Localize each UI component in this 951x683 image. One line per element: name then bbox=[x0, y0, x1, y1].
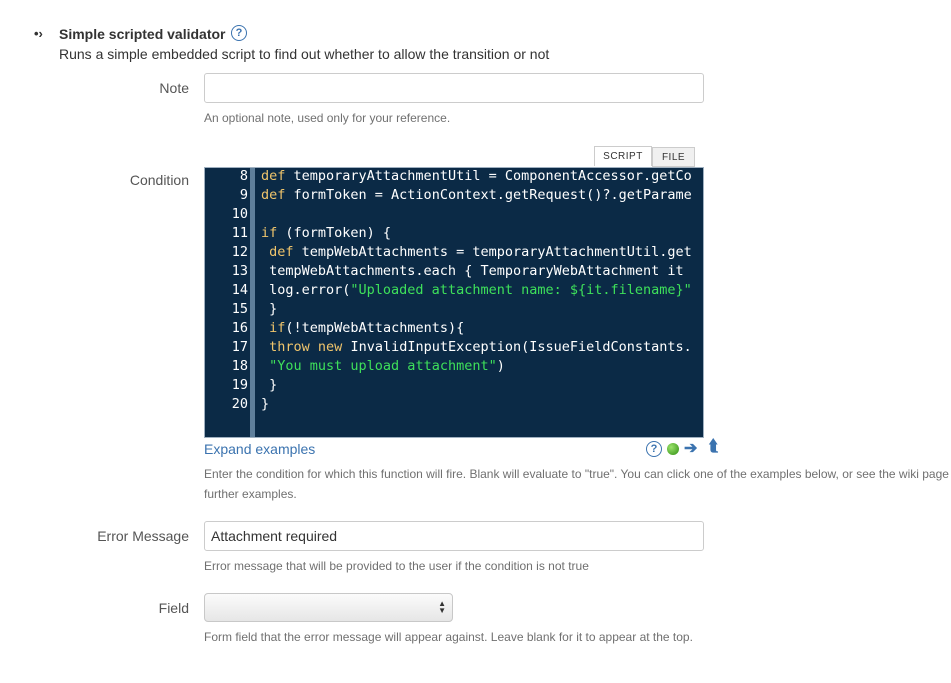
validator-title: Simple scripted validator bbox=[59, 26, 226, 42]
field-hint: Form field that the error message will a… bbox=[204, 630, 693, 644]
line-number: 8 bbox=[239, 168, 248, 184]
code-text[interactable]: } bbox=[261, 395, 269, 414]
select-arrows-icon: ▲ ▼ bbox=[438, 599, 446, 615]
line-number: 19 bbox=[231, 377, 248, 393]
line-number: 11 bbox=[231, 225, 248, 241]
line-number: 18 bbox=[231, 358, 248, 374]
field-label: Field bbox=[158, 600, 189, 616]
tab-script[interactable]: SCRIPT bbox=[594, 146, 652, 166]
error-message-input[interactable] bbox=[204, 521, 704, 551]
code-text[interactable]: def temporaryAttachmentUtil = ComponentA… bbox=[261, 168, 692, 186]
code-text[interactable]: "You must upload attachment") bbox=[261, 357, 505, 376]
code-text[interactable]: log.error("Uploaded attachment name: ${i… bbox=[261, 281, 692, 300]
tab-file[interactable]: FILE bbox=[652, 147, 695, 167]
line-number: 17 bbox=[231, 339, 248, 355]
code-text[interactable]: throw new InvalidInputException(IssueFie… bbox=[261, 338, 692, 357]
validator-description: Runs a simple embedded script to find ou… bbox=[59, 46, 550, 62]
condition-hint-line1: Enter the condition for which this funct… bbox=[204, 467, 949, 481]
line-number: 12 bbox=[231, 244, 248, 260]
code-text[interactable]: if (formToken) { bbox=[261, 224, 391, 243]
help-icon[interactable]: ? bbox=[231, 25, 247, 41]
arrow-up-icon[interactable]: ⮬ bbox=[709, 438, 719, 456]
line-number: 16 bbox=[231, 320, 248, 336]
line-number: 10 bbox=[231, 206, 248, 222]
note-input[interactable] bbox=[204, 73, 704, 103]
error-message-label: Error Message bbox=[97, 528, 189, 544]
code-text[interactable]: } bbox=[261, 300, 277, 319]
note-label: Note bbox=[159, 80, 189, 96]
expand-examples-link[interactable]: Expand examples bbox=[204, 441, 315, 457]
code-text[interactable]: def formToken = ActionContext.getRequest… bbox=[261, 186, 692, 205]
note-hint: An optional note, used only for your ref… bbox=[204, 111, 451, 125]
condition-label: Condition bbox=[129, 172, 189, 188]
condition-hint-line2: further examples. bbox=[204, 487, 297, 501]
code-text[interactable]: tempWebAttachments.each { TemporaryWebAt… bbox=[261, 262, 684, 281]
status-ok-icon[interactable] bbox=[667, 443, 679, 455]
code-text[interactable]: if(!tempWebAttachments){ bbox=[261, 319, 464, 338]
code-text[interactable]: def tempWebAttachments = temporaryAttach… bbox=[261, 243, 692, 262]
code-editor[interactable]: 8 def temporaryAttachmentUtil = Component… bbox=[204, 167, 704, 438]
bullet-arrow-icon: •› bbox=[34, 26, 43, 41]
code-text[interactable]: } bbox=[261, 376, 277, 395]
line-number: 9 bbox=[239, 187, 248, 203]
line-number: 14 bbox=[231, 282, 248, 298]
line-number: 20 bbox=[231, 396, 248, 412]
field-select[interactable]: ▲ ▼ bbox=[204, 593, 453, 622]
arrow-right-icon[interactable]: ➔ bbox=[684, 438, 697, 458]
error-message-hint: Error message that will be provided to t… bbox=[204, 559, 589, 573]
help-icon[interactable]: ? bbox=[646, 441, 662, 457]
line-number: 13 bbox=[231, 263, 248, 279]
line-number: 15 bbox=[231, 301, 248, 317]
